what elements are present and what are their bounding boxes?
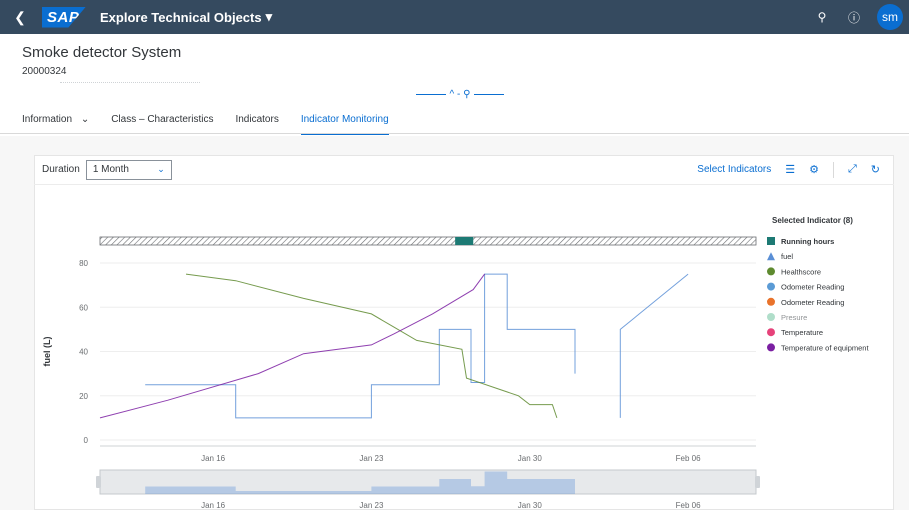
x-tick-label: Jan 30	[518, 454, 543, 463]
legend-marker-circle	[767, 343, 775, 352]
y-axis-label: fuel (L)	[42, 337, 52, 367]
duration-value: 1 Month	[92, 164, 129, 175]
legend-item-label[interactable]: Healthscore	[781, 267, 821, 276]
tab-bar: Information ⌄ Class – Characteristics In…	[22, 114, 389, 135]
legend-item-label[interactable]: Odometer Reading	[781, 283, 844, 292]
page-title: Smoke detector System	[22, 44, 182, 61]
chevron-down-icon: ⌄	[80, 114, 90, 125]
x-tick-label: Jan 23	[359, 454, 384, 463]
legend-marker-circle	[767, 297, 775, 306]
y-tick-label: 0	[84, 436, 89, 445]
legend-marker-circle	[767, 313, 775, 321]
select-indicators-link[interactable]: Select Indicators	[697, 164, 771, 175]
chart-legend: Selected Indicator (8) Running hours fuel H…	[767, 216, 869, 352]
navigator-left-handle[interactable]	[96, 476, 101, 488]
series-line-fuel	[619, 273, 689, 418]
tab-indicators[interactable]: Indicators	[235, 114, 278, 135]
avatar[interactable]: sm	[877, 4, 903, 30]
refresh-icon[interactable]: ↻	[871, 163, 880, 176]
y-tick-label: 60	[79, 303, 88, 312]
app-title-menu[interactable]: Explore Technical Objects ▾	[100, 9, 272, 25]
running-hours-hatch	[99, 236, 757, 246]
duration-select[interactable]: 1 Month ⌄	[85, 159, 172, 180]
range-navigator[interactable]	[96, 469, 760, 495]
fullscreen-icon[interactable]: ⤢	[848, 163, 857, 176]
legend-marker-circle	[767, 328, 775, 337]
object-header: Smoke detector System 20000324 ^ - ⚲ Inf…	[0, 34, 909, 136]
object-id: 20000324	[22, 66, 67, 77]
header-divider	[0, 133, 909, 134]
running-hours-band	[99, 236, 757, 246]
navigator-tick-label: Jan 16	[201, 501, 226, 510]
x-tick-label: Jan 16	[201, 454, 226, 463]
tab-information[interactable]: Information ⌄	[22, 114, 89, 135]
navigator-tick-label: Feb 06	[676, 501, 701, 510]
sap-logo: SAP	[42, 6, 86, 28]
legend-item-label[interactable]: Running hours	[781, 237, 834, 246]
legend-marker-circle	[767, 267, 775, 276]
app-title: Explore Technical Objects	[100, 9, 262, 25]
running-hours-active	[455, 237, 474, 245]
back-icon[interactable]: ❮	[6, 0, 34, 34]
navigator-right-handle[interactable]	[755, 476, 760, 488]
search-icon[interactable]: ⚲	[813, 10, 831, 24]
tab-indicator-monitoring[interactable]: Indicator Monitoring	[300, 114, 389, 135]
y-tick-label: 80	[79, 259, 88, 268]
indicator-chart: 0 20 40 60 80 fuel (L) Jan 16 Jan 16 Jan 23 Jan 2…	[42, 216, 869, 510]
legend-title: Selected Indicator (8)	[772, 216, 853, 225]
legend-item-label[interactable]: Presure	[781, 313, 807, 322]
duration-label: Duration	[42, 164, 80, 175]
shell-bar: ❮ SAP Explore Technical Objects ▾ ⚲ ⓘ sm	[0, 0, 909, 34]
navigator-tick-label: Jan 23	[359, 501, 384, 510]
y-tick-label: 20	[79, 392, 88, 401]
gear-icon[interactable]: ⚙	[809, 163, 819, 176]
legend-item-label[interactable]: Temperature	[781, 328, 823, 337]
legend-marker-circle	[767, 282, 775, 291]
chart-toolbar: Duration 1 Month ⌄ Select Indicators ☰ ⚙…	[34, 155, 894, 185]
tab-class-characteristics[interactable]: Class – Characteristics	[111, 114, 213, 135]
legend-list-icon[interactable]: ☰	[785, 163, 795, 176]
help-icon[interactable]: ⓘ	[845, 9, 863, 26]
legend-item-label[interactable]: Odometer Reading	[781, 298, 844, 307]
navigator-tick-label: Jan 30	[518, 501, 543, 510]
collapse-pin-icon[interactable]: ^ - ⚲	[450, 89, 471, 100]
header-collapse-control[interactable]: ^ - ⚲	[405, 87, 515, 101]
y-tick-label: 40	[79, 348, 88, 357]
tab-information-label: Information	[22, 114, 73, 125]
legend-item-label[interactable]: fuel	[781, 252, 793, 261]
caret-down-icon: ▾	[265, 9, 273, 24]
x-tick-label: Feb 06	[676, 454, 701, 463]
chevron-down-icon: ⌄	[157, 164, 165, 174]
toolbar-divider	[832, 161, 834, 178]
legend-marker-triangle	[767, 252, 775, 261]
faded-subtitle	[60, 82, 200, 84]
legend-item-label[interactable]: Temperature of equipment	[781, 343, 869, 352]
legend-marker-square	[767, 237, 775, 245]
